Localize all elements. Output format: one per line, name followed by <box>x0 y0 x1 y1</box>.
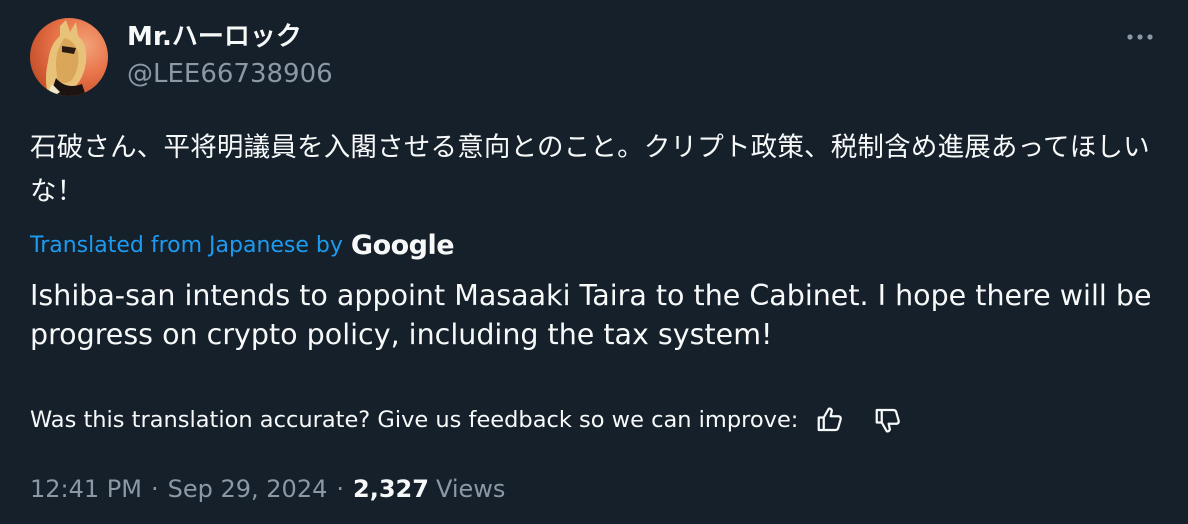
avatar-image <box>46 20 87 96</box>
meta-separator: · <box>150 475 159 503</box>
tweet-date[interactable]: Sep 29, 2024 <box>168 475 328 503</box>
tweet-translated-text: Ishiba-san intends to appoint Masaaki Ta… <box>30 279 1152 351</box>
translated-from-link[interactable]: Translated from Japanese by <box>30 233 343 258</box>
google-logo: Google <box>350 229 455 261</box>
tweet-time[interactable]: 12:41 PM <box>30 475 142 503</box>
author-handle[interactable]: @LEE66738906 <box>127 59 333 89</box>
author-display-name[interactable]: Mr.ハーロック <box>127 16 302 53</box>
tweet-original-text: 石破さん、平将明議員を入閣させる意向とのこと。クリプト政策、税制含め進展あってほ… <box>30 132 1150 207</box>
feedback-prompt: Was this translation accurate? Give us f… <box>30 407 799 433</box>
meta-separator: · <box>336 475 345 503</box>
more-horizontal-icon <box>1127 34 1153 40</box>
thumbs-down-button[interactable] <box>870 402 906 438</box>
thumbs-up-icon <box>818 407 843 432</box>
translation-attribution: Translated from Japanese by Google <box>30 228 455 262</box>
tweet-meta: 12:41 PM · Sep 29, 2024 · 2,327 Views <box>30 471 505 507</box>
avatar[interactable] <box>30 18 108 96</box>
thumbs-up-button[interactable] <box>812 402 848 438</box>
thumbs-down-icon <box>876 408 901 433</box>
more-options-button[interactable] <box>1120 22 1160 52</box>
translation-feedback: Was this translation accurate? Give us f… <box>30 402 906 438</box>
views-count: 2,327 <box>353 475 429 503</box>
views-label: Views <box>435 475 506 503</box>
